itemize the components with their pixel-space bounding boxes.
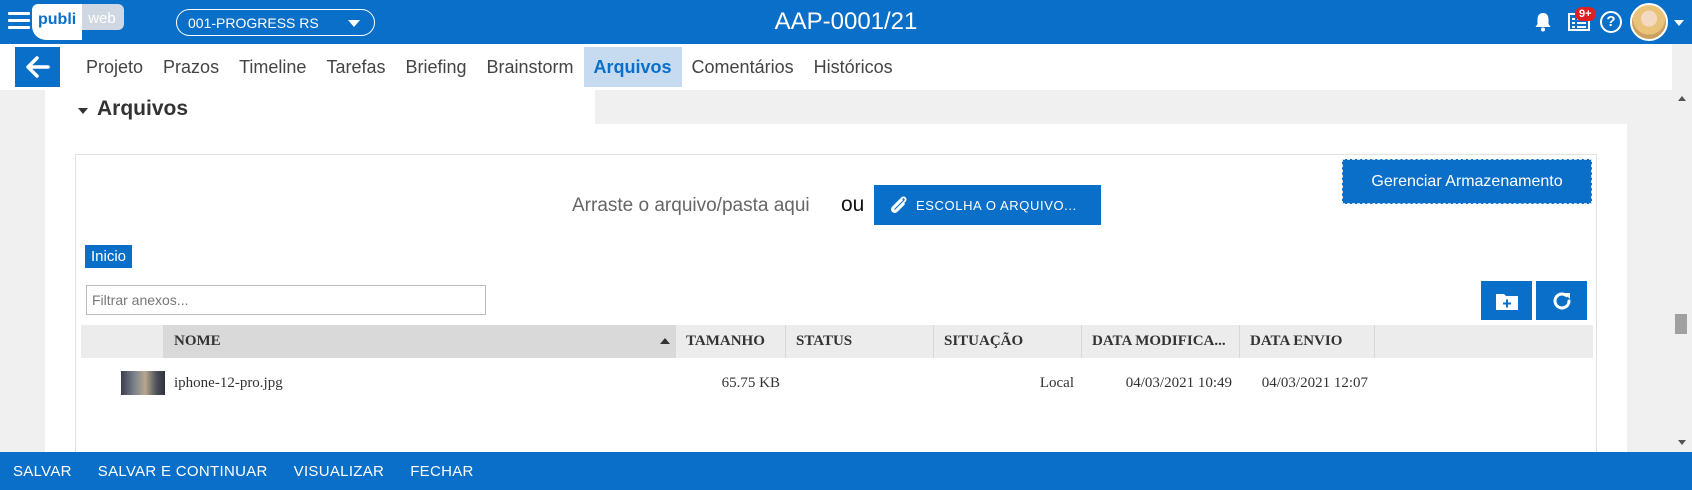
tab-bar: Projeto Prazos Timeline Tarefas Briefing… (0, 44, 1672, 90)
sort-ascending-icon (660, 338, 670, 344)
drop-or-text: ou (841, 193, 865, 216)
refresh-icon (1553, 291, 1570, 309)
chevron-down-icon[interactable] (1674, 20, 1684, 26)
close-button[interactable]: FECHAR (410, 463, 473, 480)
save-button[interactable]: SALVAR (13, 463, 72, 480)
column-header-label: NOME (174, 333, 221, 349)
refresh-button[interactable] (1536, 281, 1587, 320)
notification-badge: 9+ (1575, 7, 1596, 21)
bell-icon[interactable] (1534, 12, 1552, 32)
column-header-status[interactable]: STATUS (786, 325, 934, 358)
file-sent-date: 04/03/2021 12:07 (1261, 375, 1368, 391)
folder-plus-icon (1495, 293, 1518, 310)
column-header-sent[interactable]: DATA ENVIO (1240, 325, 1375, 358)
column-header-situation[interactable]: SITUAÇÃO (934, 325, 1082, 358)
avatar[interactable] (1630, 3, 1668, 41)
arrow-left-icon (25, 56, 50, 78)
section-header-filler (595, 90, 1627, 124)
save-continue-button[interactable]: SALVAR E CONTINUAR (98, 463, 268, 480)
tab-prazos[interactable]: Prazos (153, 47, 229, 87)
column-header-size[interactable]: TAMANHO (676, 325, 786, 358)
file-size: 65.75 KB (721, 375, 780, 391)
manage-storage-button[interactable]: Gerenciar Armazenamento (1342, 159, 1592, 204)
tab-timeline[interactable]: Timeline (229, 47, 316, 87)
filter-input[interactable] (86, 285, 486, 315)
breadcrumb-root[interactable]: Inicio (85, 245, 133, 268)
table-row[interactable]: iphone-12-pro.jpg 65.75 KB Local 04/03/2… (81, 358, 1593, 412)
paperclip-icon (891, 196, 907, 213)
choose-file-button[interactable]: ESCOLHA O ARQUIVO... (874, 185, 1101, 225)
project-select-value: 001-PROGRESS RS (188, 14, 319, 31)
tabs: Projeto Prazos Timeline Tarefas Briefing… (76, 47, 903, 87)
menu-icon[interactable] (8, 12, 30, 30)
files-panel: Arraste o arquivo/pasta aqui ou ESCOLHA … (75, 154, 1597, 454)
choose-file-label: ESCOLHA O ARQUIVO... (916, 197, 1077, 213)
main-content: Arquivos Arraste o arquivo/pasta aqui ou… (45, 90, 1627, 454)
column-header-name[interactable]: NOME (164, 325, 676, 358)
caret-down-icon[interactable] (78, 108, 88, 114)
file-situation: Local (1039, 375, 1074, 391)
tab-projeto[interactable]: Projeto (76, 47, 153, 87)
preview-button[interactable]: VISUALIZAR (294, 463, 385, 480)
column-header-modified[interactable]: DATA MODIFICA... (1082, 325, 1240, 358)
files-table: NOME TAMANHO STATUS SITUAÇÃO DATA MODIFI… (81, 325, 1593, 412)
logo-text-left: publi (32, 4, 83, 40)
project-select[interactable]: 001-PROGRESS RS (176, 9, 375, 36)
logo[interactable]: publi web (32, 4, 124, 40)
scrollbar-thumb[interactable] (1675, 314, 1687, 334)
logo-text-right: web (82, 4, 124, 30)
footer-action-bar: SALVAR SALVAR E CONTINUAR VISUALIZAR FEC… (0, 452, 1692, 490)
tab-comentarios[interactable]: Comentários (682, 47, 804, 87)
file-name[interactable]: iphone-12-pro.jpg (174, 375, 283, 392)
chevron-down-icon (348, 20, 360, 27)
vertical-scrollbar[interactable] (1672, 44, 1692, 452)
section-title: Arquivos (97, 97, 189, 120)
tab-arquivos[interactable]: Arquivos (583, 47, 682, 87)
tab-historicos[interactable]: Históricos (804, 47, 903, 87)
tab-tarefas[interactable]: Tarefas (316, 47, 395, 87)
tab-briefing[interactable]: Briefing (395, 47, 476, 87)
scroll-down-icon[interactable] (1678, 440, 1686, 445)
new-folder-button[interactable] (1481, 281, 1532, 320)
section-header[interactable]: Arquivos (45, 90, 595, 124)
help-icon[interactable]: ? (1600, 11, 1622, 33)
column-header-thumbnail (81, 325, 164, 358)
file-thumbnail[interactable] (121, 371, 165, 395)
tab-brainstorm[interactable]: Brainstorm (477, 47, 584, 87)
back-button[interactable] (15, 47, 60, 87)
table-header: NOME TAMANHO STATUS SITUAÇÃO DATA MODIFI… (81, 325, 1593, 358)
top-header: publi web 001-PROGRESS RS AAP-0001/21 9+… (0, 0, 1692, 44)
file-modified-date: 04/03/2021 10:49 (1125, 375, 1232, 391)
drop-zone-text[interactable]: Arraste o arquivo/pasta aqui (572, 195, 810, 217)
scroll-up-icon[interactable] (1678, 96, 1686, 101)
